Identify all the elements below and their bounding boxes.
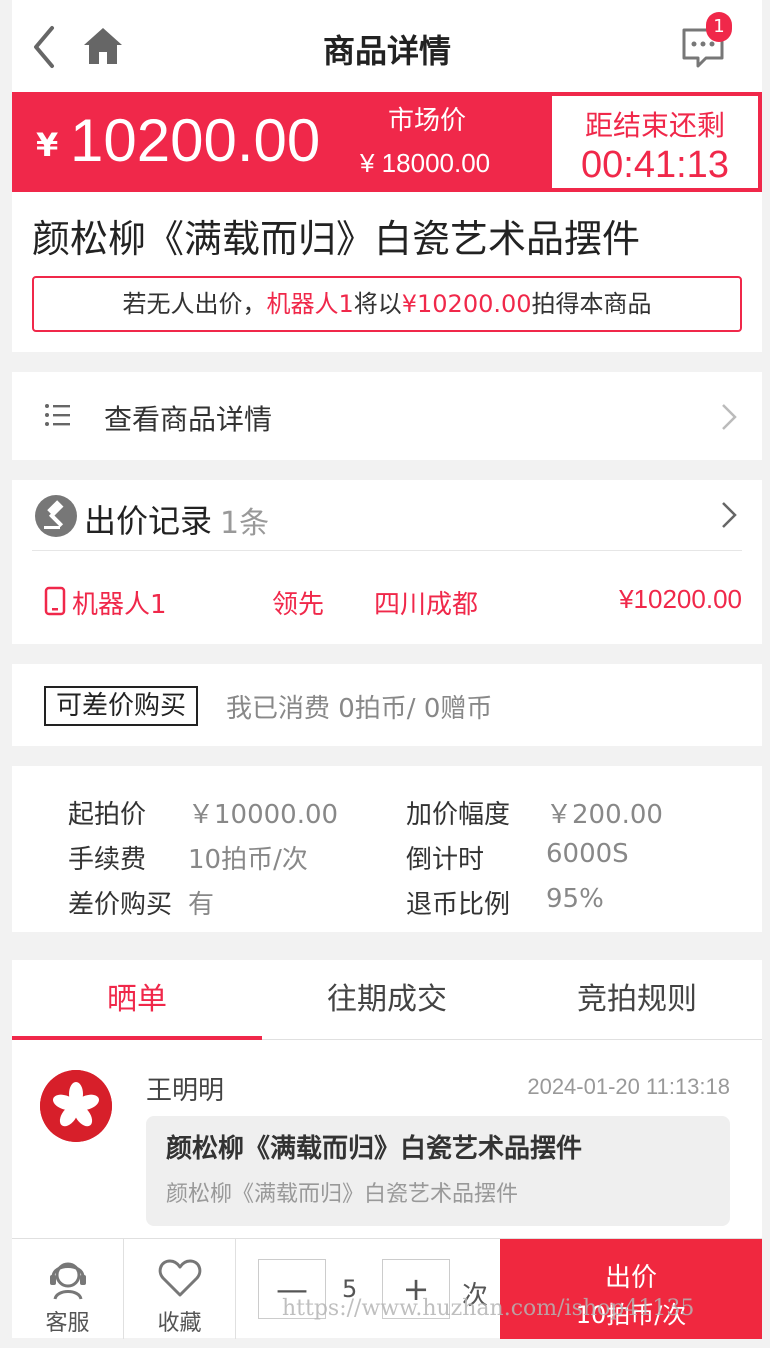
bid-records-count: 1条 [220, 506, 270, 541]
decrease-button[interactable]: — [258, 1259, 326, 1319]
favorite-button[interactable]: 收藏 [124, 1239, 236, 1339]
increment-value: ￥200.00 [546, 800, 663, 830]
page: 商品详情 1 ¥ 10200.00 市场价 ¥ 18000.00 距结束还剩 0… [12, 0, 762, 1348]
reviewer-name: 王明明 [146, 1076, 225, 1106]
tab-bar: 晒单 往期成交 竞拍规则 [12, 960, 762, 1040]
market-price: ¥ 18000.00 [360, 148, 491, 178]
auction-gavel-icon [34, 494, 78, 538]
countdown-duration-value: 6000S [546, 839, 629, 869]
bid-record-row: 机器人1 领先 四川成都 ¥10200.00 [12, 584, 762, 624]
notice-bidder: 机器人1 [266, 290, 354, 318]
countdown-item: 倒计时 6000S [406, 839, 629, 876]
avatar [40, 1070, 112, 1142]
bottom-action-bar: 客服 收藏 — 5 + 次 出价 10拍币/次 [12, 1238, 762, 1339]
tab-past-deals[interactable]: 往期成交 [262, 960, 512, 1040]
start-price-item: 起拍价 ￥10000.00 [68, 794, 338, 831]
market-price-label: 市场价 [388, 106, 467, 136]
review-product-card[interactable]: 颜松柳《满载而归》白瓷艺术品摆件 颜松柳《满载而归》白瓷艺术品摆件 [146, 1116, 730, 1226]
countdown-timer: 00:41:13 [581, 144, 729, 186]
increment-label: 加价幅度 [406, 800, 511, 830]
current-price: 10200.00 [70, 107, 321, 174]
view-details-link[interactable]: 查看商品详情 [12, 372, 762, 460]
bid-button-label: 出价 [604, 1263, 657, 1293]
bid-button-cost: 10拍币/次 [575, 1301, 687, 1329]
start-price-label: 起拍价 [68, 800, 147, 830]
phone-icon [44, 586, 66, 616]
bid-records-title: 出价记录 [84, 502, 213, 540]
price-bar: ¥ 10200.00 市场价 ¥ 18000.00 距结束还剩 00:41:13 [12, 92, 762, 192]
refund-label: 退币比例 [406, 890, 511, 920]
countdown-duration-label: 倒计时 [406, 845, 485, 875]
diff-purchase-value: 有 [188, 890, 215, 920]
refund-value: 95% [546, 884, 604, 914]
price-difference-section: 可差价购买 我已消费 0拍币/ 0赠币 [12, 664, 762, 746]
diff-purchase-item: 差价购买 有 [68, 884, 214, 921]
message-badge: 1 [706, 12, 732, 42]
fee-value: 10拍币/次 [188, 845, 308, 875]
review-item: 王明明 2024-01-20 11:13:18 颜松柳《满载而归》白瓷艺术品摆件… [12, 1040, 762, 1238]
fee-label: 手续费 [68, 845, 147, 875]
diff-purchase-label: 差价购买 [68, 890, 173, 920]
notice-mid: 将以 [353, 290, 402, 318]
countdown-box: 距结束还剩 00:41:13 [552, 96, 758, 188]
start-price-value: ￥10000.00 [188, 800, 339, 830]
quantity-unit: 次 [462, 1281, 489, 1311]
customer-service-button[interactable]: 客服 [12, 1239, 124, 1339]
top-nav-bar: 商品详情 1 [12, 0, 762, 92]
divider [32, 550, 742, 551]
page-title: 商品详情 [322, 32, 451, 70]
countdown-label: 距结束还剩 [584, 109, 725, 142]
product-name: 颜松柳《满载而归》白瓷艺术品摆件 [32, 217, 641, 261]
bidder-location: 四川成都 [374, 590, 479, 620]
view-details-label: 查看商品详情 [104, 403, 273, 436]
place-bid-button[interactable]: 出价 10拍币/次 [500, 1239, 762, 1339]
bid-amount: ¥10200.00 [619, 584, 742, 614]
customer-service-icon [45, 1255, 91, 1301]
currency-symbol: ¥ [36, 126, 59, 164]
consumption-info: 我已消费 0拍币/ 0赠币 [226, 694, 493, 724]
bid-status: 领先 [272, 590, 325, 620]
chevron-right-icon [720, 402, 738, 432]
favorite-label: 收藏 [157, 1311, 202, 1336]
review-card-subtitle: 颜松柳《满载而归》白瓷艺术品摆件 [166, 1182, 519, 1207]
review-timestamp: 2024-01-20 11:13:18 [527, 1074, 730, 1099]
increment-item: 加价幅度 ￥200.00 [406, 794, 663, 831]
increase-button[interactable]: + [382, 1259, 450, 1319]
tab-auction-rules[interactable]: 竞拍规则 [512, 960, 762, 1040]
heart-icon [157, 1255, 203, 1301]
quantity-value[interactable]: 5 [342, 1275, 357, 1303]
customer-service-label: 客服 [45, 1311, 90, 1336]
auto-win-notice: 若无人出价，机器人1将以¥10200.00拍得本商品 [32, 276, 742, 332]
list-icon [44, 402, 72, 428]
refund-item: 退币比例 95% [406, 884, 604, 921]
fee-item: 手续费 10拍币/次 [68, 839, 308, 876]
review-card-title: 颜松柳《满载而归》白瓷艺术品摆件 [166, 1134, 583, 1164]
chevron-right-icon[interactable] [720, 500, 738, 530]
notice-prefix: 若无人出价， [122, 290, 267, 318]
notice-suffix: 拍得本商品 [531, 290, 652, 318]
notice-price: ¥10200.00 [401, 290, 532, 318]
diff-purchase-tag: 可差价购买 [44, 686, 199, 726]
bidder-name: 机器人1 [72, 590, 167, 620]
bid-records-section: 出价记录 1条 机器人1 领先 四川成都 ¥10200.00 [12, 480, 762, 644]
tab-show-orders[interactable]: 晒单 [12, 960, 262, 1040]
product-section: 颜松柳《满载而归》白瓷艺术品摆件 若无人出价，机器人1将以¥10200.00拍得… [12, 192, 762, 352]
auction-info-grid: 起拍价 ￥10000.00 加价幅度 ￥200.00 手续费 10拍币/次 倒计… [12, 766, 762, 932]
